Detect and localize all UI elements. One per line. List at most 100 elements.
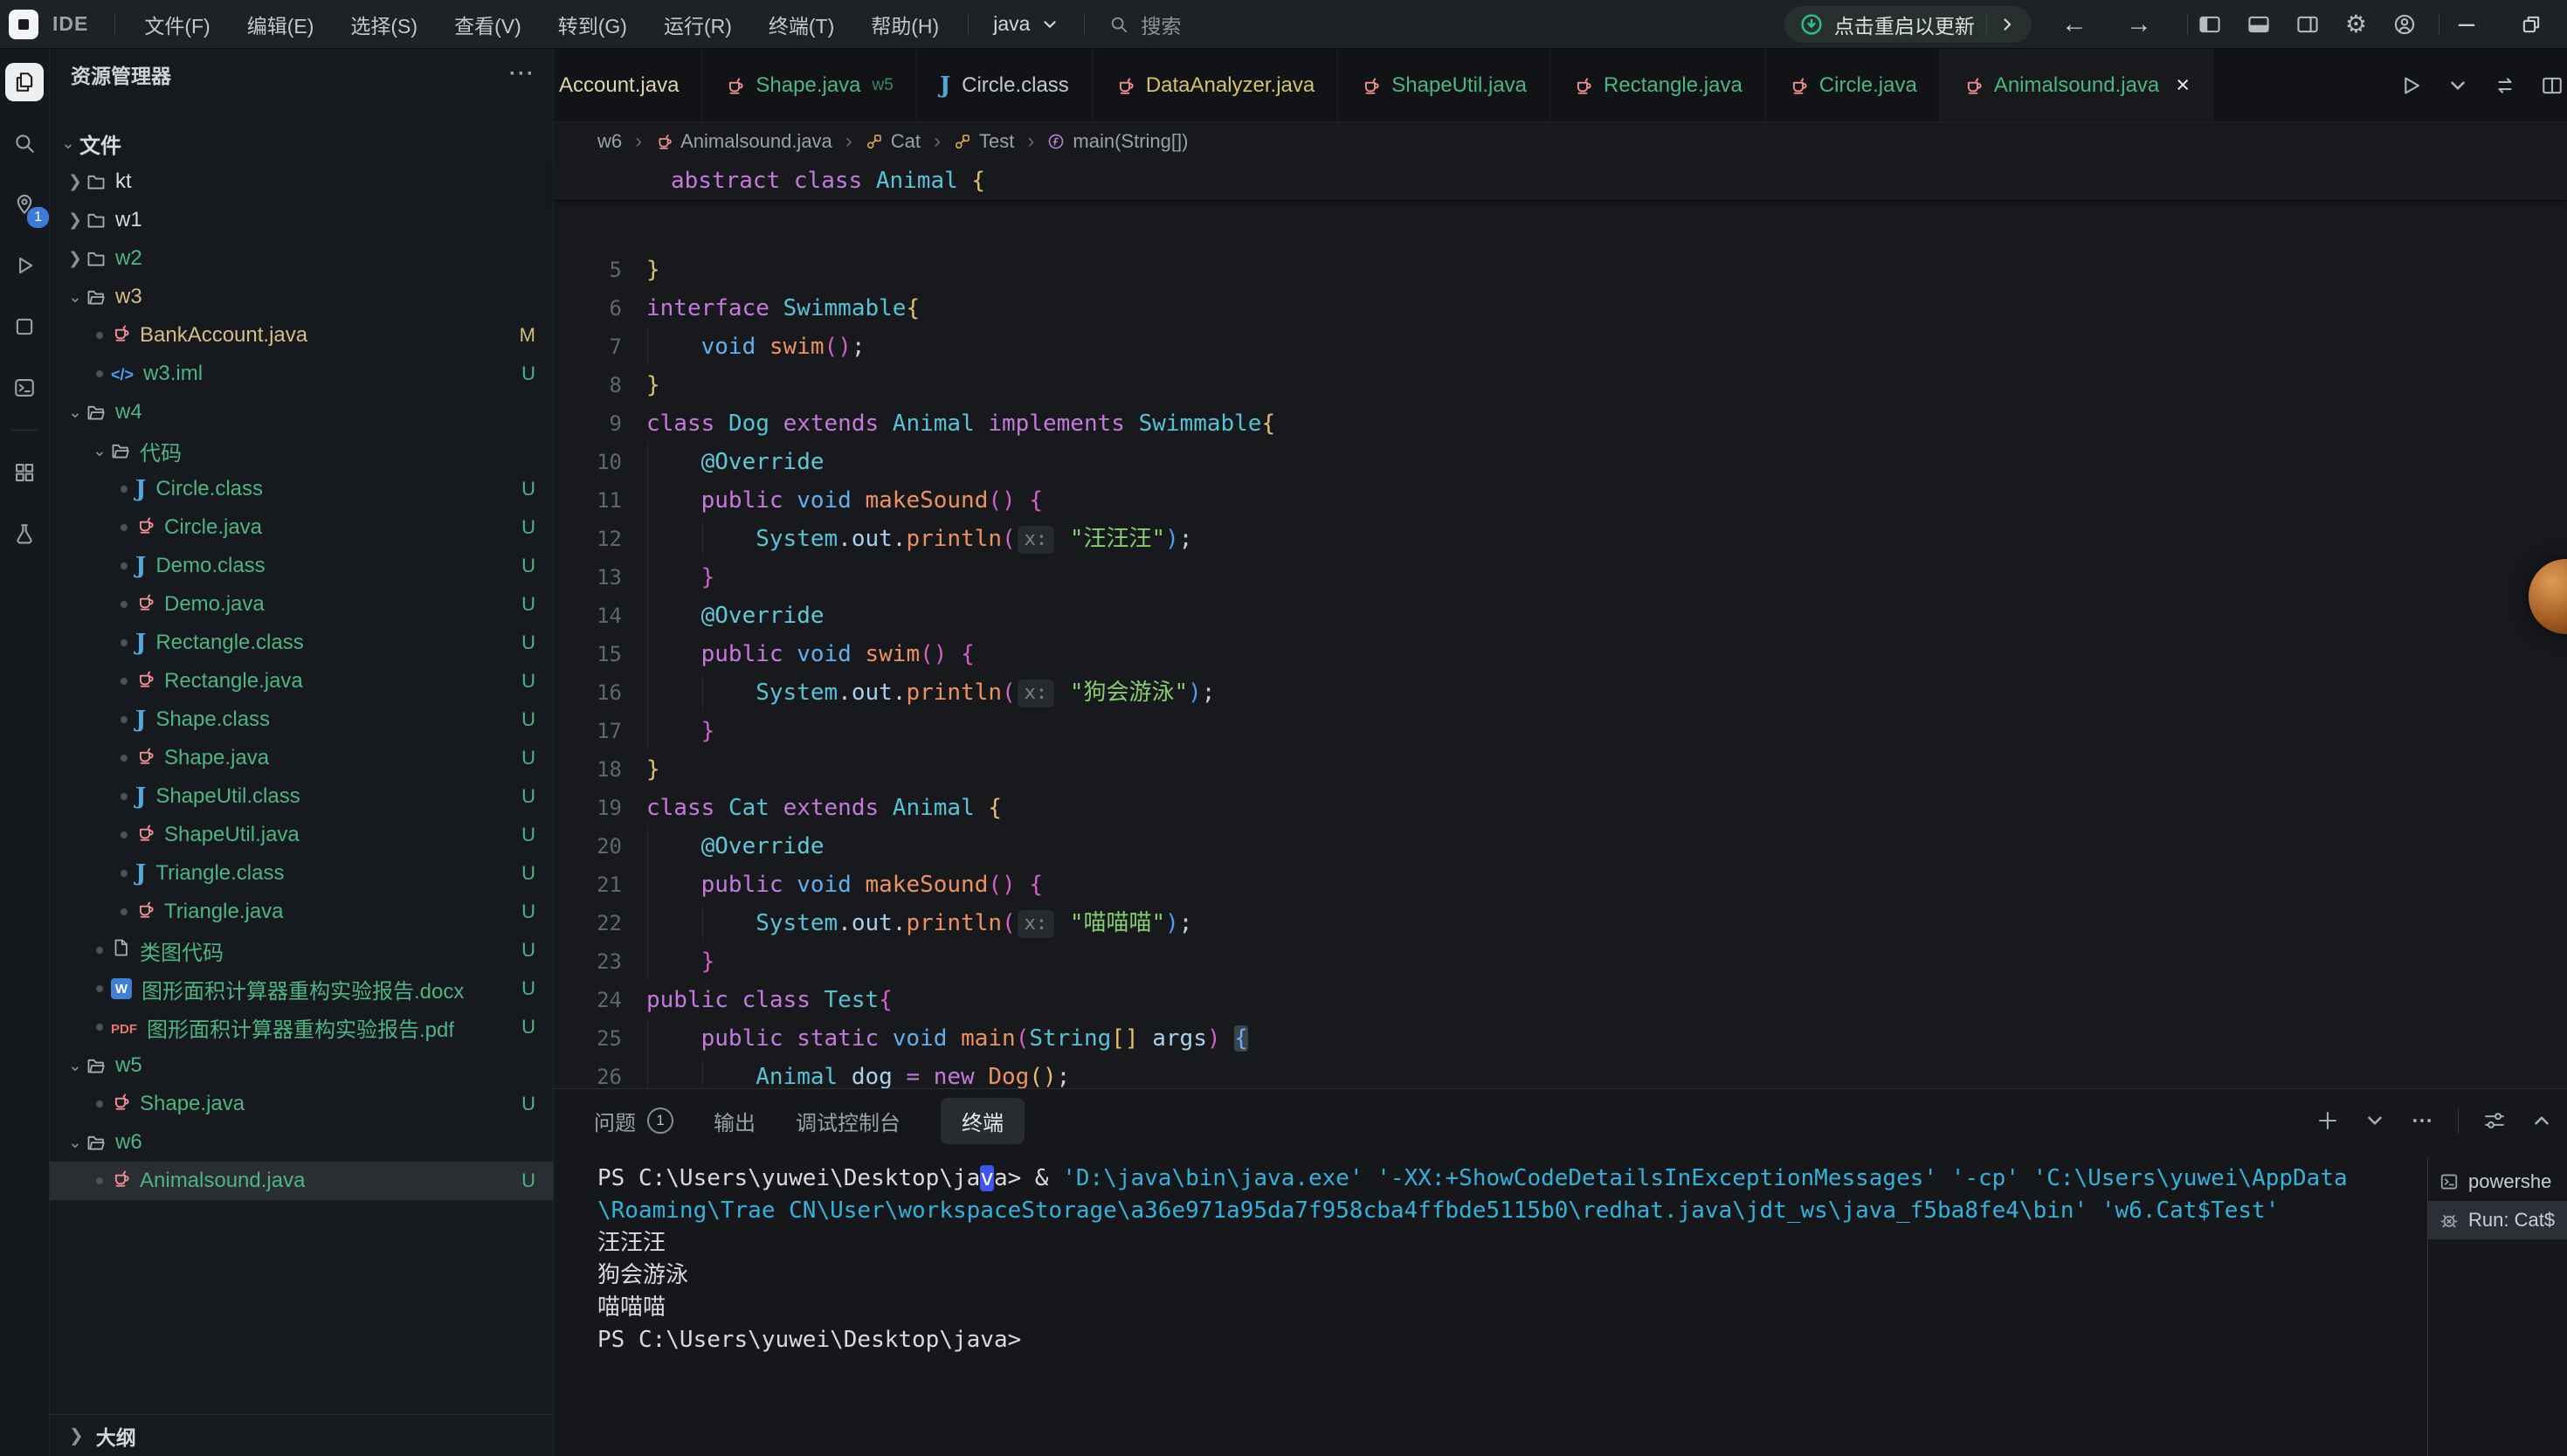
tab-label: Account.java	[559, 73, 679, 98]
tree-folder-文件[interactable]: ⌄文件	[50, 124, 553, 162]
activity-explorer-button[interactable]	[5, 63, 44, 101]
breadcrumb-item-Cat[interactable]: Cat	[866, 130, 921, 153]
tree-file-ShapeUtil.java[interactable]: ShapeUtil.javaU	[50, 816, 553, 854]
panel-tab-问题[interactable]: 问题1	[594, 1106, 673, 1136]
global-search[interactable]: 搜索	[1095, 10, 1195, 39]
tab-Shape.java[interactable]: Shape.javaw5	[702, 49, 916, 121]
tab-close-icon[interactable]: ×	[2176, 72, 2190, 99]
nav-forward-button[interactable]: →	[2126, 10, 2152, 39]
tree-folder-w1[interactable]: ❯w1	[50, 201, 553, 239]
tree-file-Rectangle.java[interactable]: Rectangle.javaU	[50, 662, 553, 700]
editor-run-icon[interactable]	[2399, 74, 2422, 97]
breadcrumb-item-Test[interactable]: Test	[954, 130, 1014, 153]
tree-file-Shape.java[interactable]: Shape.javaU	[50, 739, 553, 777]
panel-tab-终端[interactable]: 终端	[941, 1098, 1025, 1144]
activity-test-beaker-button[interactable]	[5, 514, 44, 553]
tree-file-Shape.class[interactable]: JShape.classU	[50, 700, 553, 739]
tree-folder-kt[interactable]: ❯kt	[50, 162, 553, 201]
tab-Animalsound.java[interactable]: Animalsound.java×	[1941, 49, 2213, 121]
restart-to-update-button[interactable]: 点击重启以更新	[1784, 6, 2032, 43]
tree-file-Demo.class[interactable]: JDemo.classU	[50, 547, 553, 585]
app-logo-icon[interactable]	[9, 10, 38, 39]
panel-chev-down-icon[interactable]	[2363, 1109, 2386, 1132]
panel-tab-调试控制台[interactable]: 调试控制台	[796, 1106, 901, 1136]
account-icon[interactable]	[2393, 13, 2416, 36]
terminal-output[interactable]: PS C:\Users\yuwei\Desktop\java> & 'D:\ja…	[597, 1163, 2419, 1356]
tree-file-Rectangle.class[interactable]: JRectangle.classU	[50, 624, 553, 662]
editor-chev-down-icon[interactable]	[2446, 74, 2469, 97]
tab-ShapeUtil.java[interactable]: ShapeUtil.java	[1338, 49, 1550, 121]
settings-gear-icon[interactable]: ⚙	[2345, 10, 2367, 38]
tree-file-ShapeUtil.class[interactable]: JShapeUtil.classU	[50, 777, 553, 816]
nav-back-button[interactable]: ←	[2061, 10, 2087, 39]
panel-chev-up-icon[interactable]	[2530, 1109, 2553, 1132]
menu-item-帮助H[interactable]: 帮助(H)	[852, 0, 957, 48]
tab-DataAnalyzer.java[interactable]: DataAnalyzer.java	[1093, 49, 1338, 121]
tab-Account.java[interactable]: Account.java	[554, 49, 702, 121]
breadcrumb-item-Animalsound.java[interactable]: Animalsound.java	[655, 130, 832, 153]
activity-search-button[interactable]	[5, 124, 44, 162]
window-minimize-button[interactable]	[2455, 13, 2478, 36]
tree-file-w3.iml[interactable]: </>w3.imlU	[50, 355, 553, 393]
breadcrumb-item-w6[interactable]: w6	[597, 130, 622, 153]
tab-Circle.class[interactable]: JCircle.class	[917, 49, 1093, 121]
menu-item-终端T[interactable]: 终端(T)	[750, 0, 852, 48]
tab-Rectangle.java[interactable]: Rectangle.java	[1550, 49, 1766, 121]
menu-item-选择S[interactable]: 选择(S)	[332, 0, 436, 48]
session-powershe[interactable]: powershe	[2428, 1163, 2567, 1201]
project-picker[interactable]: java	[979, 12, 1073, 36]
menu-item-编辑E[interactable]: 编辑(E)	[229, 0, 333, 48]
tree-file-BankAccount.java[interactable]: BankAccount.javaM	[50, 316, 553, 355]
tree-file-Circle.class[interactable]: JCircle.classU	[50, 470, 553, 508]
tree-file-Circle.java[interactable]: Circle.javaU	[50, 508, 553, 547]
code-line-19: 19class Cat extends Animal {	[554, 789, 2567, 827]
tree-file-图形面积计算器重构实验报告.docx[interactable]: W图形面积计算器重构实验报告.docxU	[50, 970, 553, 1008]
tree-folder-w4[interactable]: ⌄w4	[50, 393, 553, 431]
tree-file-Animalsound.java[interactable]: Animalsound.javaU	[50, 1162, 553, 1200]
panel-plus-icon[interactable]	[2316, 1109, 2339, 1132]
menu-item-运行R[interactable]: 运行(R)	[645, 0, 750, 48]
toggle-left-sidebar-icon[interactable]	[2198, 13, 2221, 36]
outline-section[interactable]: ❯ 大纲	[50, 1414, 553, 1456]
activity-run-debug-button[interactable]	[5, 246, 44, 285]
code-editor[interactable]: 5}6interface Swimmable{7 void swim();8}9…	[554, 251, 2567, 1137]
menu-item-文件F[interactable]: 文件(F)	[126, 0, 228, 48]
tree-file-图形面积计算器重构实验报告.pdf[interactable]: PDF图形面积计算器重构实验报告.pdfU	[50, 1008, 553, 1046]
editor-swap-icon[interactable]	[2494, 74, 2516, 97]
tree-folder-w2[interactable]: ❯w2	[50, 239, 553, 278]
chevron-down-icon: ⌄	[64, 1133, 86, 1153]
explorer-more-actions-icon[interactable]: ···	[509, 62, 535, 86]
tree-file-Triangle.class[interactable]: JTriangle.classU	[50, 854, 553, 893]
window-restore-button[interactable]	[2520, 13, 2543, 36]
line-number: 6	[554, 289, 646, 328]
java-cup-icon	[135, 592, 155, 611]
tree-file-类图代码[interactable]: 类图代码U	[50, 931, 553, 970]
file-dot-icon	[121, 678, 128, 685]
tree-folder-w3[interactable]: ⌄w3	[50, 278, 553, 316]
panel-ellipsis-icon[interactable]	[2411, 1109, 2433, 1132]
activity-layout-grid-button[interactable]	[5, 453, 44, 492]
panel-tab-输出[interactable]: 输出	[714, 1106, 756, 1136]
activity-source-control-button[interactable]: 1	[5, 185, 44, 224]
tree-folder-w6[interactable]: ⌄w6	[50, 1123, 553, 1162]
tree-file-Demo.java[interactable]: Demo.java U	[50, 585, 553, 624]
session-Run-Cat-[interactable]: Run: Cat$	[2428, 1201, 2567, 1239]
tab-Circle.java[interactable]: Circle.java	[1766, 49, 1941, 121]
breadcrumb-item-main(String[])[interactable]: main(String[])	[1047, 130, 1188, 153]
terminal-line: 汪汪汪	[597, 1227, 2419, 1259]
tree-folder-代码[interactable]: ⌄代码	[50, 431, 553, 470]
tree-file-Shape.java[interactable]: Shape.javaU	[50, 1085, 553, 1123]
tree-folder-w5[interactable]: ⌄w5	[50, 1046, 553, 1085]
tree-file-Triangle.java[interactable]: Triangle.javaU	[50, 893, 553, 931]
activity-extensions-button[interactable]	[5, 307, 44, 346]
panel-sliders-icon[interactable]	[2483, 1109, 2506, 1132]
editor-split-icon[interactable]	[2541, 74, 2564, 97]
toggle-right-sidebar-icon[interactable]	[2296, 13, 2319, 36]
toggle-bottom-panel-icon[interactable]	[2247, 13, 2270, 36]
tree-item-label: Demo.java	[164, 592, 265, 617]
git-status-badge: U	[521, 593, 553, 616]
chevron-down-icon: ⌄	[64, 287, 86, 307]
activity-terminal-button[interactable]	[5, 369, 44, 407]
menu-item-转到G[interactable]: 转到(G)	[540, 0, 645, 48]
menu-item-查看V[interactable]: 查看(V)	[436, 0, 540, 48]
